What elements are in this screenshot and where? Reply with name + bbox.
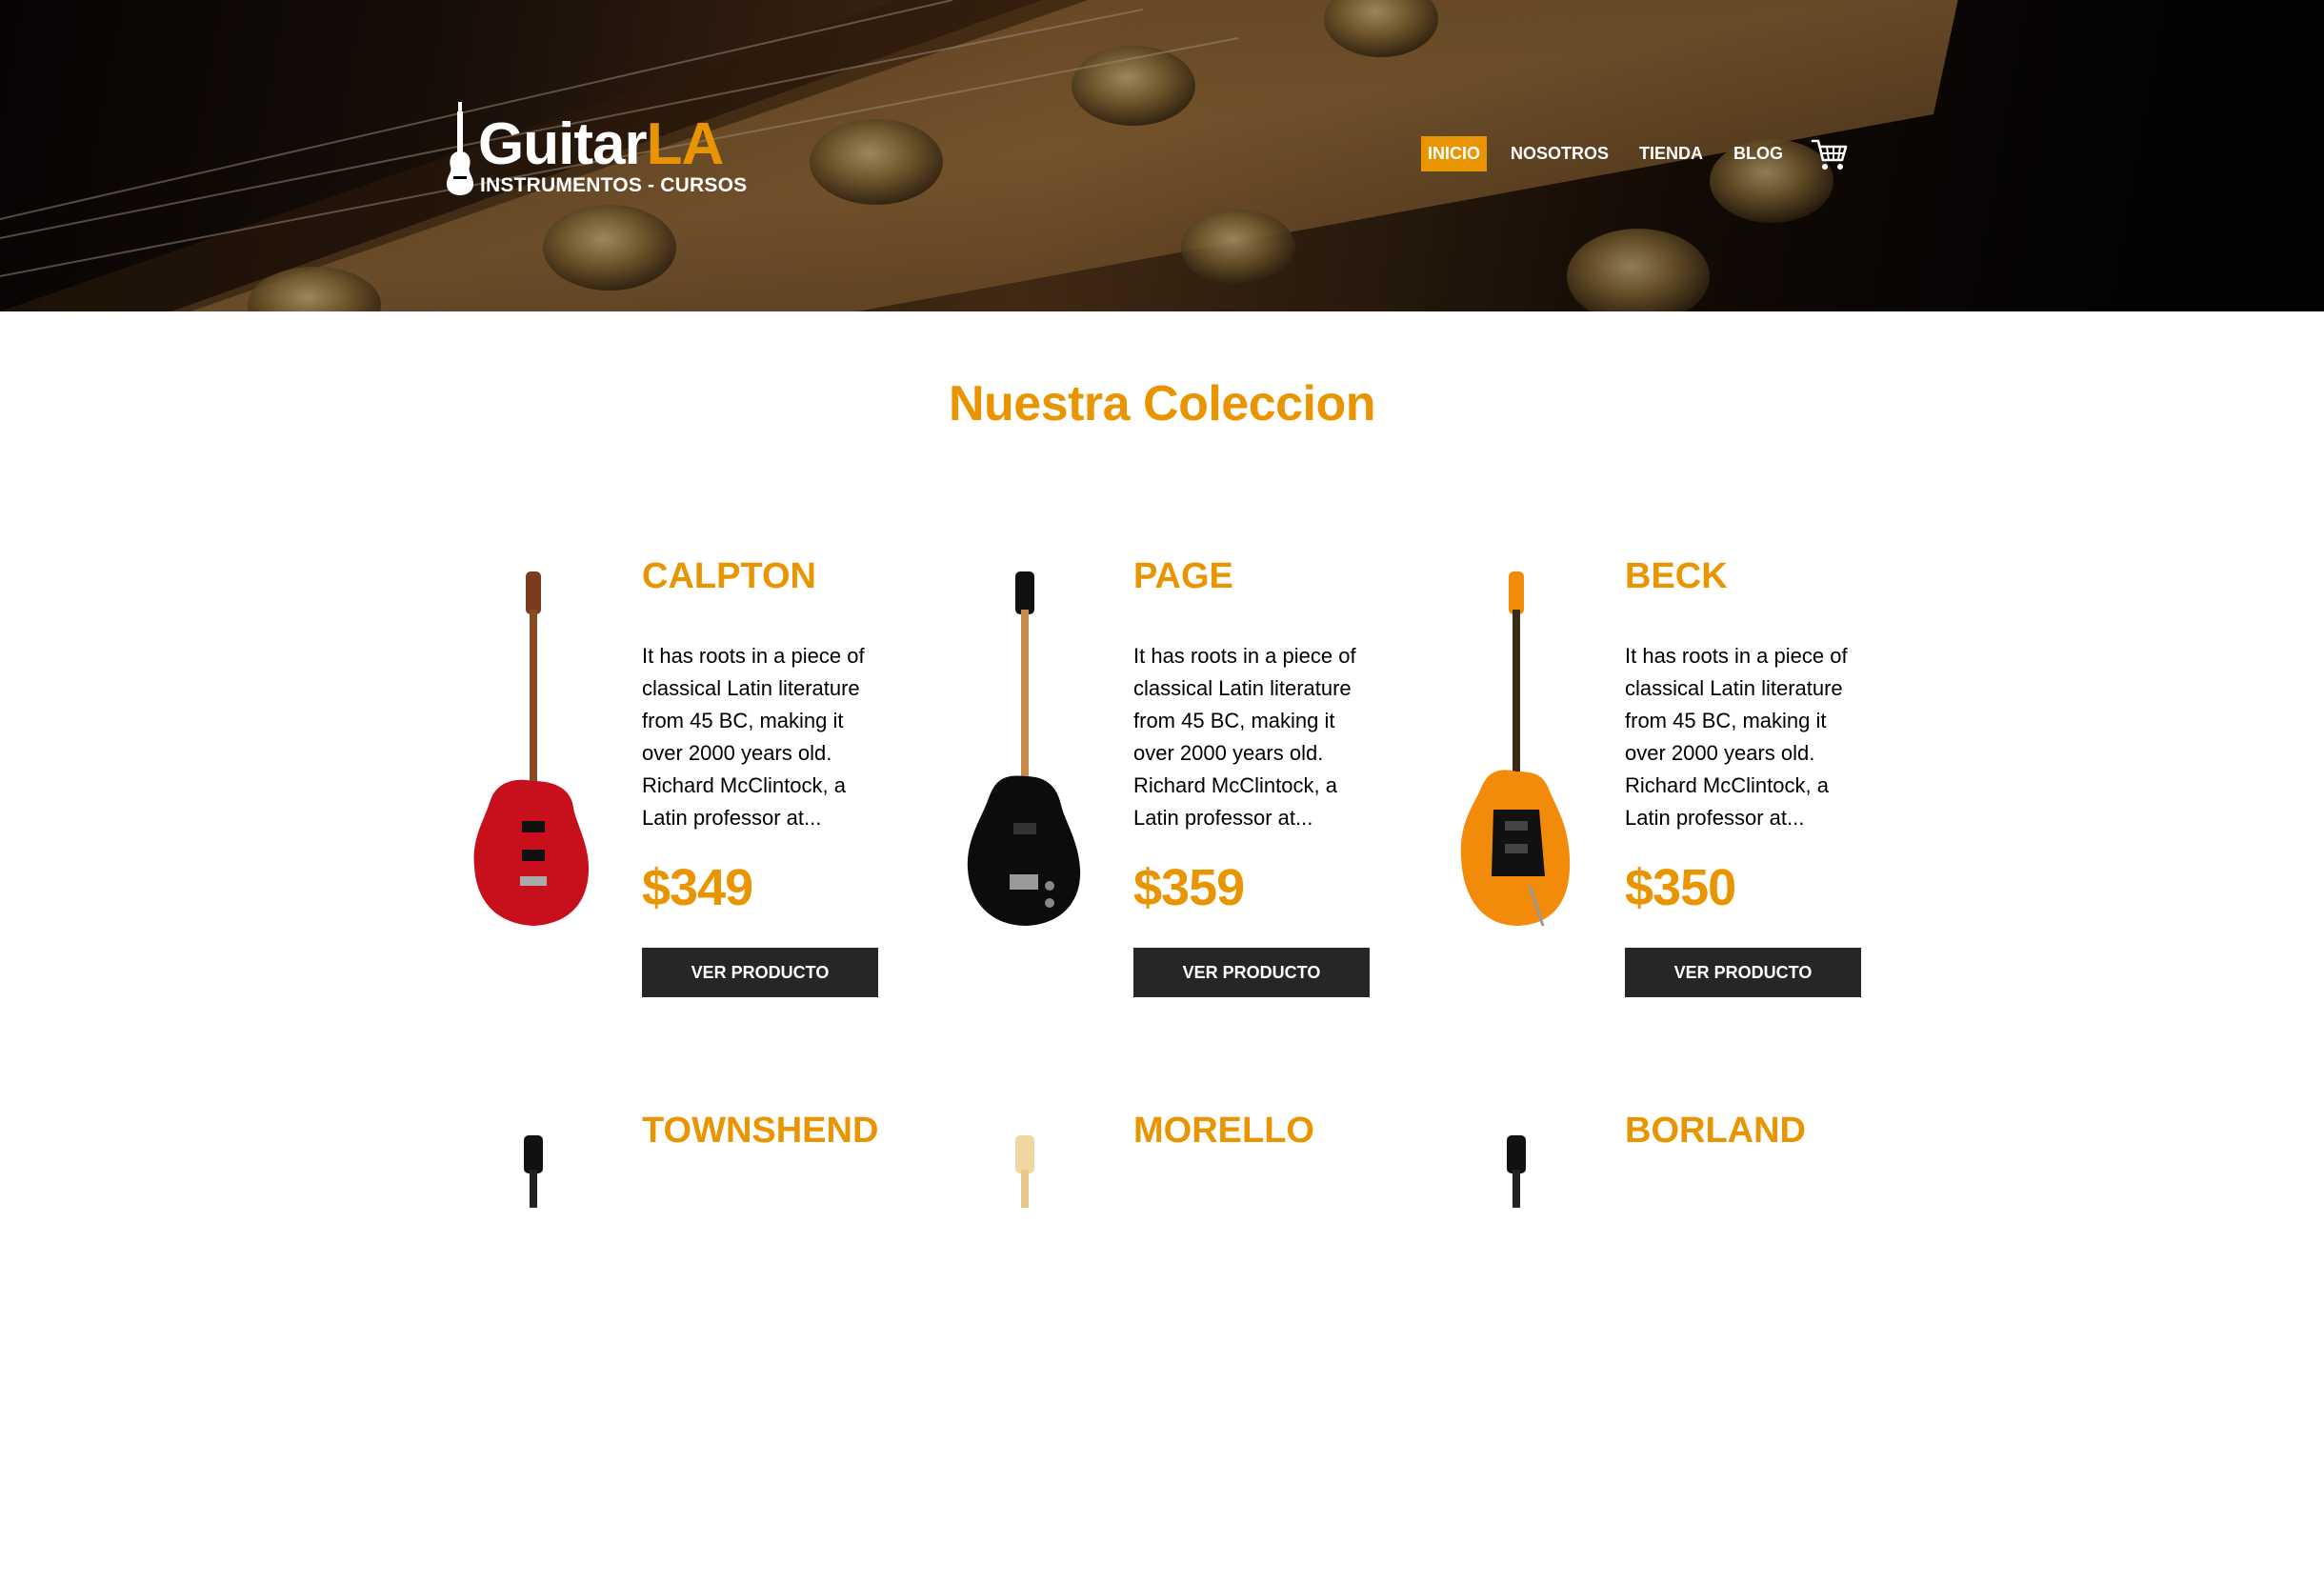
product-image-townshend[interactable] (467, 1132, 600, 1208)
nav-link-nosotros[interactable]: NOSOTROS (1504, 136, 1615, 171)
logo-tagline: INSTRUMENTOS - CURSOS (480, 174, 748, 196)
cart-icon[interactable] (1811, 137, 1849, 171)
product-card: TOWNSHEND (467, 1107, 905, 1583)
product-image-calpton[interactable] (467, 571, 600, 933)
product-image-borland[interactable] (1450, 1132, 1583, 1208)
product-price: $349 (642, 859, 753, 916)
guitar-logo-icon (447, 102, 473, 195)
logo-word-la: LA (646, 111, 725, 177)
product-description: It has roots in a piece of classical Lat… (1133, 644, 1356, 830)
product-name: TOWNSHEND (642, 1111, 879, 1151)
product-price: $350 (1625, 859, 1736, 916)
product-name: BORLAND (1625, 1111, 1806, 1151)
product-name: MORELLO (1133, 1111, 1314, 1151)
product-card: BECK It has roots in a piece of classica… (1450, 552, 1888, 1029)
product-card: PAGE It has roots in a piece of classica… (958, 552, 1396, 1029)
product-card: BORLAND (1450, 1107, 1888, 1583)
product-image-morello[interactable] (958, 1132, 1092, 1208)
main-nav: INICIO NOSOTROS TIENDA BLOG (1421, 136, 1849, 171)
section-title: Nuestra Coleccion (948, 376, 1376, 431)
view-product-button[interactable]: VER PRODUCTO (1625, 948, 1861, 997)
product-price: $359 (1133, 859, 1245, 916)
product-name: PAGE (1133, 556, 1233, 596)
view-product-button[interactable]: VER PRODUCTO (642, 948, 878, 997)
product-card: MORELLO (958, 1107, 1396, 1583)
logo-word-guitar: Guitar (478, 111, 648, 177)
product-name: BECK (1625, 556, 1728, 596)
logo-wordmark: GuitarLA (478, 115, 724, 174)
site-header: GuitarLA INSTRUMENTOS - CURSOS INICIO NO… (0, 0, 2324, 311)
site-logo[interactable]: GuitarLA INSTRUMENTOS - CURSOS (446, 102, 751, 197)
nav-link-tienda[interactable]: TIENDA (1633, 136, 1710, 171)
product-name: CALPTON (642, 556, 816, 596)
product-description: It has roots in a piece of classical Lat… (1625, 644, 1848, 830)
view-product-button[interactable]: VER PRODUCTO (1133, 948, 1370, 997)
header-overlay (0, 0, 2324, 311)
nav-link-blog[interactable]: BLOG (1727, 136, 1790, 171)
product-image-beck[interactable] (1450, 571, 1583, 933)
product-image-page[interactable] (958, 571, 1092, 933)
nav-link-inicio[interactable]: INICIO (1421, 136, 1488, 171)
product-card: CALPTON It has roots in a piece of class… (467, 552, 905, 1029)
product-description: It has roots in a piece of classical Lat… (642, 644, 865, 830)
